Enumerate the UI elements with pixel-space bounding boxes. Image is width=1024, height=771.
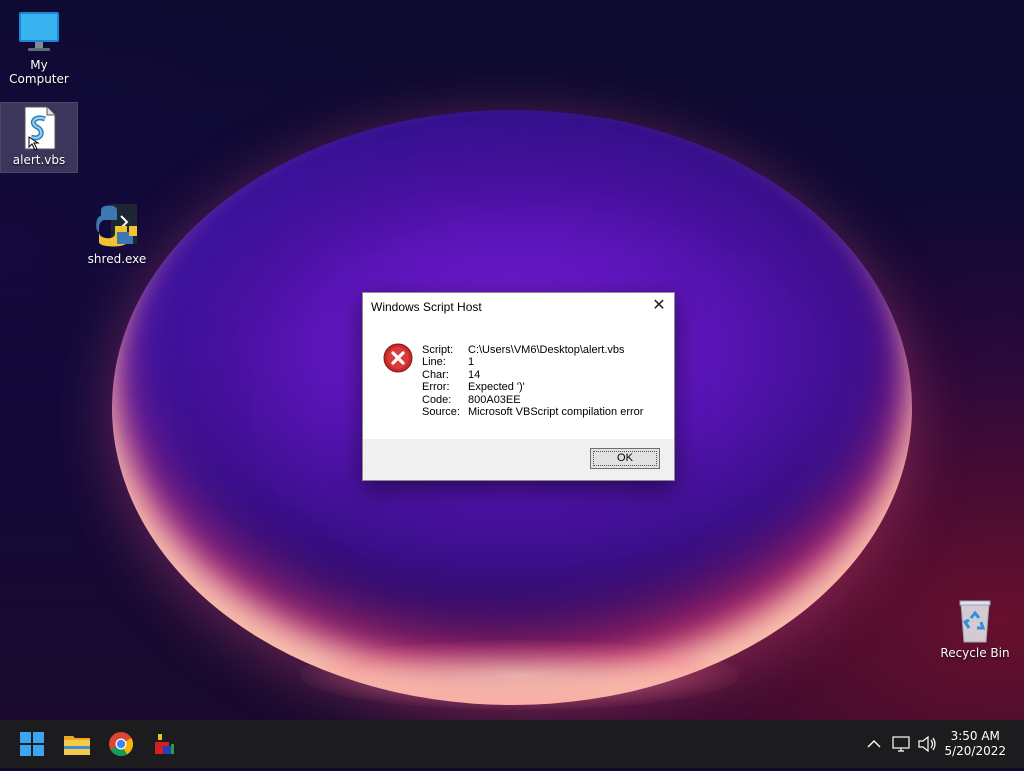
file-explorer-button[interactable] [61,728,93,760]
dialog-row-script: Script: C:\Users\VM6\Desktop\alert.vbs [422,344,625,356]
app-icon [155,734,174,754]
desktop-icon-shred-exe[interactable]: shred.exe [79,202,155,266]
speaker-icon [918,735,936,753]
start-button[interactable] [16,728,48,760]
network-status[interactable] [890,720,912,768]
desktop-icon-recycle-bin[interactable]: Recycle Bin [937,596,1013,660]
dialog-row-source: Source: Microsoft VBScript compilation er… [422,405,644,418]
ok-button[interactable]: OK [590,448,660,469]
volume-control[interactable] [916,720,938,768]
python-exe-icon [93,202,141,250]
vbs-script-icon [15,103,63,151]
taskbar-clock[interactable]: 3:50 AM 5/20/2022 [944,729,1006,759]
desktop-icon-alert-vbs[interactable]: alert.vbs [0,102,78,173]
clock-time: 3:50 AM [950,729,1000,743]
script-host-dialog: Windows Script Host ✕ Script: C:\Users\VM… [362,292,675,481]
dialog-footer: OK [363,439,674,480]
clock-date: 5/20/2022 [944,744,1006,758]
desktop-icon-label: Recycle Bin [940,646,1010,660]
tray-overflow-chevron[interactable] [864,720,884,768]
dialog-message: Script: C:\Users\VM6\Desktop\alert.vbs Li… [422,344,643,418]
dialog-close-button[interactable]: ✕ [644,293,674,321]
app-button[interactable] [149,728,181,760]
error-icon [383,343,413,373]
dialog-row-error: Error: Expected ')' [422,381,525,394]
chrome-icon [109,732,134,757]
windows-logo-icon [20,732,44,756]
desktop-icon-label: shred.exe [87,252,147,266]
chrome-button[interactable] [105,728,137,760]
folder-icon [64,736,90,755]
recycle-bin-icon [951,596,999,644]
taskbar: 3:50 AM 5/20/2022 [0,720,1024,768]
wallpaper-glow [300,640,740,710]
dialog-title: Windows Script Host [371,300,482,314]
monitor-icon [15,8,63,56]
dialog-row-code: Code: 800A03EE [422,393,521,406]
dialog-row-line: Line: 1 [422,356,475,369]
desktop-icon-label: My Computer [9,58,69,86]
dialog-row-char: Char: 14 [422,368,481,381]
desktop-icon-my-computer[interactable]: My Computer [1,8,77,86]
chevron-up-icon [867,740,881,748]
desktop-icon-label: alert.vbs [12,153,66,167]
network-icon [892,736,910,752]
